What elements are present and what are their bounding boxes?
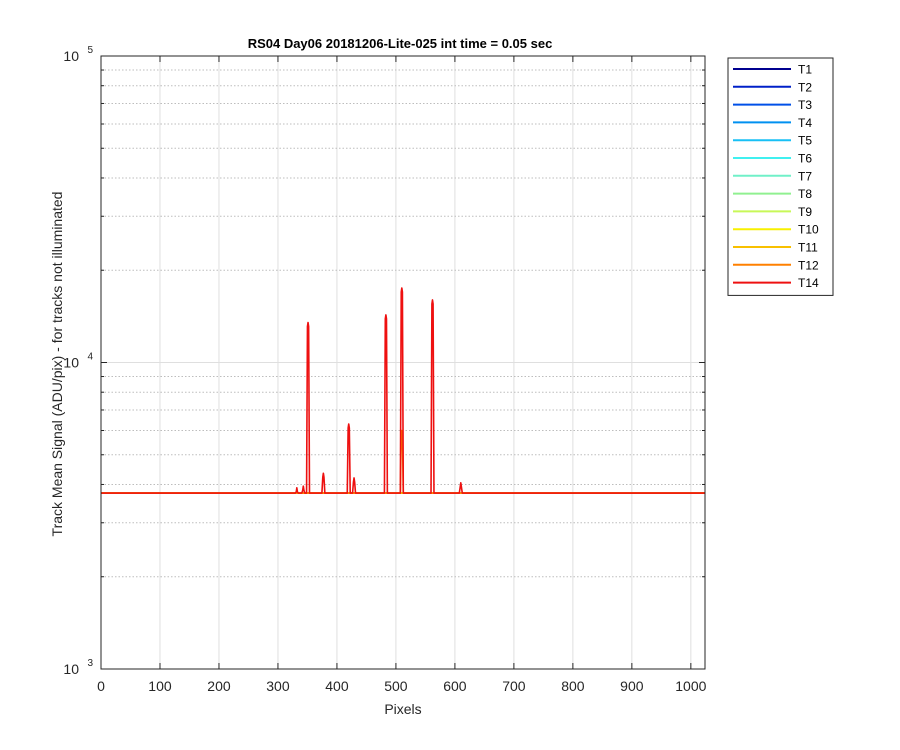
x-axis-label: Pixels xyxy=(384,701,421,717)
x-tick-label: 200 xyxy=(207,678,231,694)
x-tick-label: 300 xyxy=(266,678,290,694)
legend-label-t10: T10 xyxy=(798,223,819,237)
y-axis-label: Track Mean Signal (ADU/pix) - for tracks… xyxy=(49,192,65,537)
x-tick-label: 900 xyxy=(620,678,644,694)
legend-label-t8: T8 xyxy=(798,187,812,201)
y-tick-label-exponent: 4 xyxy=(87,352,93,363)
y-tick-label: 10 xyxy=(63,355,79,371)
legend-label-t3: T3 xyxy=(798,98,812,112)
x-tick-label: 100 xyxy=(148,678,172,694)
x-tick-label: 1000 xyxy=(675,678,706,694)
chart-title: RS04 Day06 20181206-Lite-025 int time = … xyxy=(248,36,553,51)
y-tick-label: 10 xyxy=(63,661,79,677)
y-tick-label-exponent: 3 xyxy=(87,658,93,669)
x-tick-label: 500 xyxy=(384,678,408,694)
axes: 0 100 200 300 400 500 600 700 800 900 1000 10 3 10 4 10… xyxy=(63,45,706,694)
x-tick-label: 0 xyxy=(97,678,105,694)
legend-label-t6: T6 xyxy=(798,152,812,166)
x-tick-label: 400 xyxy=(325,678,349,694)
y-tick-label: 10 xyxy=(63,48,79,64)
x-tick-label: 700 xyxy=(502,678,526,694)
legend-label-t14: T14 xyxy=(798,276,819,290)
legend-label-t7: T7 xyxy=(798,169,812,183)
legend: T1 T2 T3 T4 T5 T6 T7 T8 T9 T10 T11 T12 T14 xyxy=(727,57,834,296)
legend-label-t2: T2 xyxy=(798,80,812,94)
legend-label-t9: T9 xyxy=(798,205,812,219)
legend-label-t11: T11 xyxy=(798,241,818,255)
legend-label-t5: T5 xyxy=(798,134,812,148)
y-tick-label-exponent: 5 xyxy=(87,45,93,56)
chart-figure: 0 100 200 300 400 500 600 700 800 900 1000 10 3 10 4 10… xyxy=(49,36,834,717)
legend-label-t4: T4 xyxy=(798,116,812,130)
x-tick-label: 800 xyxy=(561,678,585,694)
x-tick-label: 600 xyxy=(443,678,467,694)
legend-label-t12: T12 xyxy=(798,258,819,272)
legend-label-t1: T1 xyxy=(798,63,812,77)
